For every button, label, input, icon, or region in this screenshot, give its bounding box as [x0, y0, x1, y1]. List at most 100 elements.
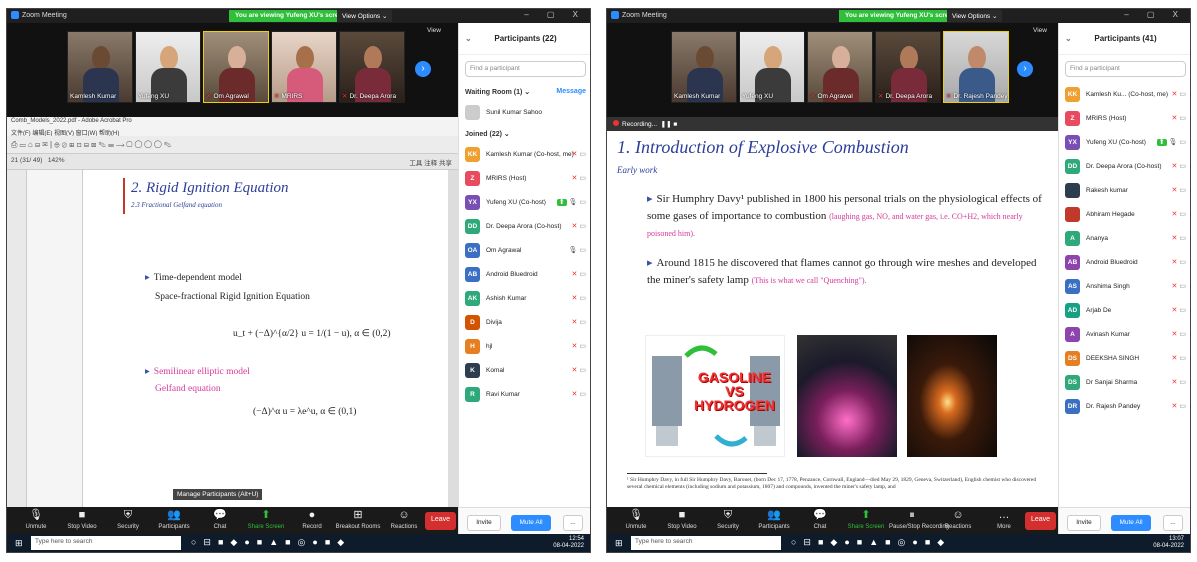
- acrobat-toolbar[interactable]: ⎙ ▭ ⌂ ⊟ ✉ | ⊕ ⊘ ⊞ ⊡ ⊟ ⊠ ✎ ☰ ⟶ ▢ ◯ ◯ ◯ ✎: [7, 136, 458, 154]
- view-label[interactable]: View: [1033, 27, 1047, 34]
- taskbar-apps[interactable]: ○⊟■◆●■▲■◎●■◆: [191, 537, 351, 548]
- leave-button[interactable]: Leave: [1025, 512, 1057, 530]
- participant-row[interactable]: Abhiram Hegade ✕ ▭: [1059, 203, 1190, 227]
- taskbar-apps[interactable]: ○⊟■◆●■▲■◎●■◆: [791, 537, 951, 548]
- video-tile[interactable]: Yufeng XU: [739, 31, 805, 103]
- video-tile[interactable]: ✕ Dr. Deepa Arora: [339, 31, 405, 103]
- video-tile[interactable]: Yufeng XU: [135, 31, 201, 103]
- view-label[interactable]: View: [427, 27, 441, 34]
- toolbar-button-pause-stop-recording[interactable]: ⏸ Pause/Stop Recording: [889, 507, 949, 537]
- more-button[interactable]: ...: [1163, 515, 1183, 531]
- mute-all-button[interactable]: Mute All: [1111, 515, 1151, 531]
- toolbar-button-chat[interactable]: 💬 Chat: [197, 507, 243, 537]
- video-tile[interactable]: ✕ Om Agrawal: [807, 31, 873, 103]
- video-tile-active-speaker[interactable]: ✕ Om Agrawal: [203, 31, 269, 103]
- toolbar-button-more[interactable]: … More: [981, 507, 1027, 537]
- acrobat-right-tools[interactable]: 工具 注释 共享: [409, 157, 452, 167]
- taskbar-clock[interactable]: 12:54 08-04-2022: [553, 536, 584, 550]
- recording-indicator[interactable]: Recording... ❚❚ ■: [607, 117, 1058, 131]
- gallery-next-icon[interactable]: ›: [415, 61, 431, 77]
- participant-row[interactable]: Hhjl ✕ ▭: [459, 335, 590, 359]
- participant-row[interactable]: AB Android Bluedroid ✕ ▭: [1059, 251, 1190, 275]
- toolbar-button-participants[interactable]: 👥 Participants: [751, 507, 797, 537]
- video-tile-name: Dr. Rajesh Pandey: [953, 93, 1008, 100]
- acrobat-sidebar[interactable]: [7, 170, 27, 507]
- participant-row[interactable]: KK Kamlesh Kumar (Co-host, me) ✕ ▭: [459, 143, 590, 167]
- zoom-level[interactable]: 142%: [48, 157, 65, 164]
- toolbar-button-unmute[interactable]: 🎙 Unmute: [613, 507, 659, 537]
- pause-icon[interactable]: ❚❚: [661, 121, 672, 128]
- participant-row[interactable]: YX Yufeng XU (Co-host) ⬆ 🎙 ▭: [1059, 131, 1190, 155]
- window-controls[interactable]: – ▢ X: [1124, 10, 1186, 19]
- toolbar-button-stop-video[interactable]: ■ Stop Video: [59, 507, 105, 537]
- participant-row[interactable]: AD Arjab De ✕ ▭: [1059, 299, 1190, 323]
- stop-icon[interactable]: ■: [673, 121, 677, 128]
- participant-row[interactable]: R Ravi Kumar ✕ ▭: [459, 383, 590, 407]
- video-tile[interactable]: Kamlesh Kumar: [67, 31, 133, 103]
- acrobat-nav-toolbar[interactable]: 21 (31/ 49) 142% 工具 注释 共享: [7, 154, 458, 170]
- participant-row[interactable]: DS DEEKSHA SINGH ✕ ▭: [1059, 347, 1190, 371]
- participant-row[interactable]: AS Anshima Singh ✕ ▭: [1059, 275, 1190, 299]
- participant-row[interactable]: K Komal ✕ ▭: [459, 359, 590, 383]
- leave-button[interactable]: Leave: [425, 512, 457, 530]
- participant-search-input[interactable]: Find a participant: [1065, 61, 1186, 77]
- toolbar-button-reactions[interactable]: ☺ Reactions: [381, 507, 427, 537]
- toolbar-button-security[interactable]: ⛨ Security: [705, 507, 751, 537]
- participant-row[interactable]: Z MRIRS (Host) ✕ ▭: [459, 167, 590, 191]
- toolbar-button-chat[interactable]: 💬 Chat: [797, 507, 843, 537]
- participant-row[interactable]: Z MRIRS (Host) ✕ ▭: [1059, 107, 1190, 131]
- toolbar-button-unmute[interactable]: 🎙 Unmute: [13, 507, 59, 537]
- participant-row[interactable]: DD Dr. Deepa Arora (Co-host) ✕ ▭: [1059, 155, 1190, 179]
- participant-row[interactable]: OA Om Agrawal 🎙 ▭: [459, 239, 590, 263]
- participant-row[interactable]: D Divija ✕ ▭: [459, 311, 590, 335]
- page-status[interactable]: 21 (31/ 49): [11, 157, 42, 164]
- video-tile[interactable]: ✕ MRIRS: [271, 31, 337, 103]
- participant-row[interactable]: DS Dr Sanjai Sharma ✕ ▭: [1059, 371, 1190, 395]
- toolbar-icon: ■: [78, 509, 86, 521]
- participant-search-input[interactable]: Find a participant: [465, 61, 586, 77]
- toolbar-button-reactions[interactable]: ☺ Reactions: [935, 507, 981, 537]
- acrobat-menu[interactable]: 文件(F) 编辑(E) 视图(V) 窗口(W) 帮助(H): [7, 127, 458, 137]
- windows-start-icon[interactable]: ⊞: [615, 538, 623, 549]
- video-tile[interactable]: ✕ Dr. Deepa Arora: [875, 31, 941, 103]
- scrollbar[interactable]: [448, 170, 458, 507]
- participant-row[interactable]: YX Yufeng XU (Co-host) ⬆ 🎙 ▭: [459, 191, 590, 215]
- participant-row[interactable]: DR Dr. Rajesh Pandey ✕ ▭: [1059, 395, 1190, 419]
- chevron-down-icon[interactable]: ⌄: [465, 23, 472, 55]
- toolbar-button-security[interactable]: ⛨ Security: [105, 507, 151, 537]
- taskbar-search-input[interactable]: Type here to search: [31, 536, 181, 550]
- windows-start-icon[interactable]: ⊞: [15, 538, 23, 549]
- toolbar-button-share-screen[interactable]: ⬆ Share Screen: [843, 507, 889, 537]
- toolbar-button-breakout-rooms[interactable]: ⊞ Breakout Rooms: [335, 507, 381, 537]
- invite-button[interactable]: Invite: [467, 515, 501, 531]
- gallery-next-icon[interactable]: ›: [1017, 61, 1033, 77]
- participant-row[interactable]: A Ananya ✕ ▭: [1059, 227, 1190, 251]
- participant-row[interactable]: AK Ashish Kumar ✕ ▭: [459, 287, 590, 311]
- toolbar-button-stop-video[interactable]: ■ Stop Video: [659, 507, 705, 537]
- waiting-room-header[interactable]: Waiting Room (1) ⌄: [465, 89, 530, 96]
- participant-row[interactable]: A Avinash Kumar ✕ ▭: [1059, 323, 1190, 347]
- participant-row[interactable]: AB Android Bluedroid ✕ ▭: [459, 263, 590, 287]
- participant-row[interactable]: KK Kamlesh Ku... (Co-host, me) ✕ ▭: [1059, 83, 1190, 107]
- more-button[interactable]: ...: [563, 515, 583, 531]
- participant-row[interactable]: Sunil Kumar Sahoo: [459, 101, 590, 125]
- participant-row[interactable]: Rakesh kumar ✕ ▭: [1059, 179, 1190, 203]
- video-tile-active-speaker[interactable]: ✕ Dr. Rajesh Pandey: [943, 31, 1009, 103]
- participant-row[interactable]: DD Dr. Deepa Arora (Co-host) ✕ ▭: [459, 215, 590, 239]
- toolbar-button-participants[interactable]: 👥 Participants: [151, 507, 197, 537]
- invite-button[interactable]: Invite: [1067, 515, 1101, 531]
- window-controls[interactable]: – ▢ X: [524, 10, 586, 19]
- joined-header[interactable]: Joined (22) ⌄: [459, 125, 590, 143]
- video-tile[interactable]: Kamlesh Kumar: [671, 31, 737, 103]
- view-options-button[interactable]: View Options ⌄: [337, 10, 393, 22]
- toolbar-button-share-screen[interactable]: ⬆ Share Screen: [243, 507, 289, 537]
- view-options-button[interactable]: View Options ⌄: [947, 10, 1003, 22]
- mute-all-button[interactable]: Mute All: [511, 515, 551, 531]
- message-button[interactable]: Message: [556, 88, 586, 95]
- participants-title: Participants (41): [1094, 34, 1157, 43]
- chevron-down-icon[interactable]: ⌄: [1065, 23, 1072, 55]
- taskbar-clock[interactable]: 13:07 08-04-2022: [1153, 536, 1184, 550]
- bookmarks-panel[interactable]: [27, 170, 83, 507]
- toolbar-button-record[interactable]: ● Record: [289, 507, 335, 537]
- taskbar-search-input[interactable]: Type here to search: [631, 536, 781, 550]
